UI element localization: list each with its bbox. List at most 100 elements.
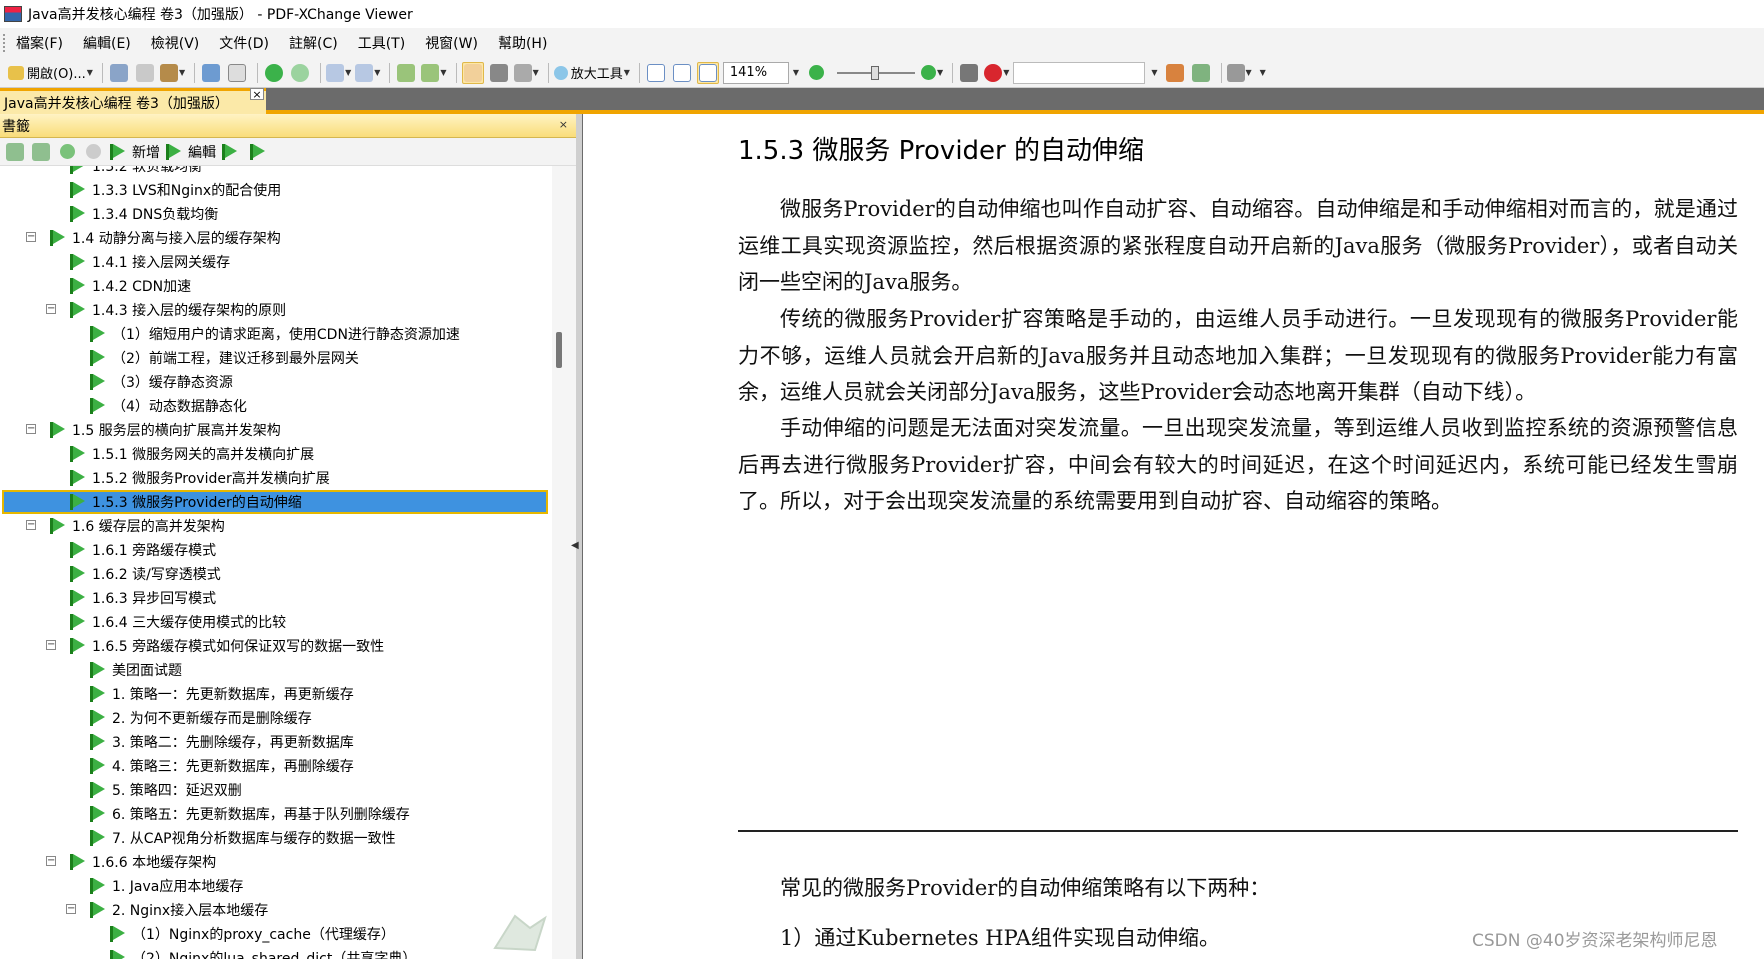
find-previous-button[interactable] [1164, 62, 1186, 84]
collapse-toggle-icon[interactable]: − [26, 520, 36, 530]
bookmark-item[interactable]: 5. 策略四：延迟双删 [88, 778, 242, 802]
bookmark-icon [108, 925, 126, 943]
bookmark-item[interactable]: （2）Nginx的lua_shared_dict（共享字典） [108, 946, 416, 959]
bookmark-item[interactable]: （4）动态数据静态化 [88, 394, 247, 418]
bookmark-item[interactable]: （1）Nginx的proxy_cache（代理缓存） [108, 922, 395, 946]
document-view[interactable]: 1.5.3 微服务 Provider 的自动伸缩 微服务Provider的自动伸… [582, 114, 1764, 959]
options-button[interactable]: ▼ [1226, 62, 1252, 84]
bookmark-item[interactable]: （1）缩短用户的请求距离，使用CDN进行静态资源加速 [88, 322, 460, 346]
bookmark-item[interactable]: 3. 策略二：先删除缓存，再更新数据库 [88, 730, 354, 754]
undo-button[interactable]: ▼ [326, 62, 351, 84]
rotate-button[interactable] [395, 62, 417, 84]
bookmark-item[interactable]: 4. 策略三：先更新数据库，再删除缓存 [88, 754, 354, 778]
redo-button[interactable]: ▼ [355, 62, 380, 84]
bookmark-item[interactable]: （3）缓存静态资源 [88, 370, 233, 394]
collapse-panel-icon[interactable]: ◀ [571, 540, 579, 551]
zoom-slider[interactable] [837, 65, 916, 80]
close-icon[interactable]: × [559, 118, 568, 131]
collapse-toggle-icon[interactable]: − [46, 304, 56, 314]
collapse-toggle-icon[interactable]: − [66, 904, 76, 914]
menu-edit[interactable]: 編輯(E) [83, 33, 131, 53]
bookmark-item[interactable]: − 1.5 服务层的横向扩展高并发架构 [26, 418, 281, 442]
bookmarks-scrollbar[interactable] [552, 166, 576, 959]
bookmark-item[interactable]: 1.6.1 旁路缓存模式 [68, 538, 216, 562]
bookmark-item[interactable]: 1.3.3 LVS和Nginx的配合使用 [68, 178, 281, 202]
bookmark-item[interactable]: 美团面试题 [88, 658, 182, 682]
menu-document[interactable]: 文件(D) [219, 33, 269, 53]
bookmark-item[interactable]: − 1.6.6 本地缓存架构 [46, 850, 216, 874]
fit-width-button[interactable] [696, 61, 719, 84]
collapse-toggle-icon[interactable]: − [46, 640, 56, 650]
zoom-out-button[interactable] [805, 62, 827, 84]
bookmark-properties-button[interactable] [220, 141, 244, 163]
bookmark-item[interactable]: 1.3.4 DNS负载均衡 [68, 202, 218, 226]
search-input[interactable] [1013, 61, 1146, 84]
bookmark-item[interactable]: 6. 策略五：先更新数据库，再基于队列删除缓存 [88, 802, 410, 826]
close-icon[interactable]: × [250, 88, 264, 101]
toolbar-overflow-icon[interactable]: ▼ [1260, 68, 1266, 77]
bookmark-item[interactable]: （2）前端工程，建议迁移到最外层网关 [88, 346, 359, 370]
snapshot-button[interactable] [488, 62, 510, 84]
new-bookmark-button[interactable]: 新增 [108, 141, 160, 163]
hand-tool-button[interactable] [461, 61, 484, 84]
menu-file[interactable]: 檔案(F) [16, 33, 63, 53]
collapse-toggle-icon[interactable]: − [46, 856, 56, 866]
open-button[interactable]: 開啟(O)... ▼ [8, 62, 93, 84]
document-tab[interactable]: Java高并发核心编程 卷3（加强版） [0, 88, 266, 114]
forward-button[interactable] [289, 62, 311, 84]
bookmark-item[interactable]: 1.6.4 三大缓存使用模式的比较 [68, 610, 286, 634]
bookmark-zoom-out-button[interactable] [82, 141, 104, 163]
bookmark-item[interactable]: 1.6.3 异步回写模式 [68, 586, 216, 610]
bookmark-item[interactable]: 1. Java应用本地缓存 [88, 874, 243, 898]
expand-all-button[interactable] [4, 141, 26, 163]
bookmark-item[interactable]: 1.4.2 CDN加速 [68, 274, 191, 298]
zoom-tool-button[interactable]: 放大工具 ▼ [553, 62, 630, 84]
bookmark-item[interactable]: 1.6.2 读/写穿透模式 [68, 562, 221, 586]
menu-comments[interactable]: 註解(C) [289, 33, 338, 53]
zoom-dropdown-arrow-icon[interactable]: ▼ [793, 68, 799, 77]
web-search-button[interactable]: ▼ [984, 62, 1009, 84]
fit-page-button[interactable] [671, 62, 693, 84]
menu-tools[interactable]: 工具(T) [358, 33, 405, 53]
menu-help[interactable]: 幫助(H) [498, 33, 547, 53]
bookmark-zoom-in-button[interactable] [56, 141, 78, 163]
bookmark-item[interactable]: − 1.4 动静分离与接入层的缓存架构 [26, 226, 281, 250]
bookmark-item[interactable]: − 1.6 缓存层的高并发架构 [26, 514, 225, 538]
bookmark-item[interactable]: 1.4.1 接入层网关缓存 [68, 250, 230, 274]
zoom-in-button[interactable]: ▼ [921, 62, 943, 84]
edit-bookmark-button[interactable]: 編輯 [164, 141, 216, 163]
export-button[interactable]: ▼ [421, 62, 447, 84]
collapse-toggle-icon[interactable]: − [26, 232, 36, 242]
menu-view[interactable]: 檢視(V) [151, 33, 200, 53]
bookmark-item-selected[interactable]: 1.5.3 微服务Provider的自动伸缩 [2, 490, 548, 514]
bookmark-item[interactable]: 7. 从CAP视角分析数据库与缓存的数据一致性 [88, 826, 396, 850]
find-button[interactable] [958, 62, 980, 84]
delete-bookmark-button[interactable] [248, 141, 272, 163]
print-button[interactable] [134, 62, 156, 84]
scan-button[interactable] [200, 62, 222, 84]
bookmark-item[interactable]: − 1.4.3 接入层的缓存架构的原则 [46, 298, 286, 322]
bookmark-item[interactable]: 1. 策略一：先更新数据库，再更新缓存 [88, 682, 354, 706]
collapse-all-button[interactable] [30, 141, 52, 163]
actual-size-button[interactable] [645, 62, 667, 84]
back-button[interactable] [263, 62, 285, 84]
bookmark-icon [68, 493, 86, 511]
search-dropdown-arrow-icon[interactable]: ▼ [1151, 68, 1157, 77]
zoom-level-input[interactable]: 141% [722, 61, 789, 84]
zoom-slider-thumb[interactable] [871, 65, 880, 80]
bookmark-item[interactable]: 2. 为何不更新缓存而是删除缓存 [88, 706, 312, 730]
bookmark-item[interactable]: 1.5.2 微服务Provider高并发横向扩展 [68, 466, 330, 490]
bookmark-item[interactable]: − 1.6.5 旁路缓存模式如何保证双写的数据一致性 [46, 634, 384, 658]
menu-window[interactable]: 視窗(W) [425, 33, 478, 53]
save-button[interactable] [108, 62, 130, 84]
bookmark-item[interactable]: 1.5.1 微服务网关的高并发横向扩展 [68, 442, 314, 466]
ocr-button[interactable] [226, 62, 248, 84]
bookmark-item[interactable]: 1.3.2 软负载均衡 [68, 166, 202, 178]
actual-size-icon [646, 63, 665, 82]
select-text-button[interactable]: ▼ [513, 62, 539, 84]
collapse-toggle-icon[interactable]: − [26, 424, 36, 434]
bookmarks-scrollbar-thumb[interactable] [556, 332, 562, 368]
bookmark-item[interactable]: − 2. Nginx接入层本地缓存 [66, 898, 268, 922]
email-button[interactable]: ▼ [159, 62, 185, 84]
find-next-button[interactable] [1190, 62, 1212, 84]
